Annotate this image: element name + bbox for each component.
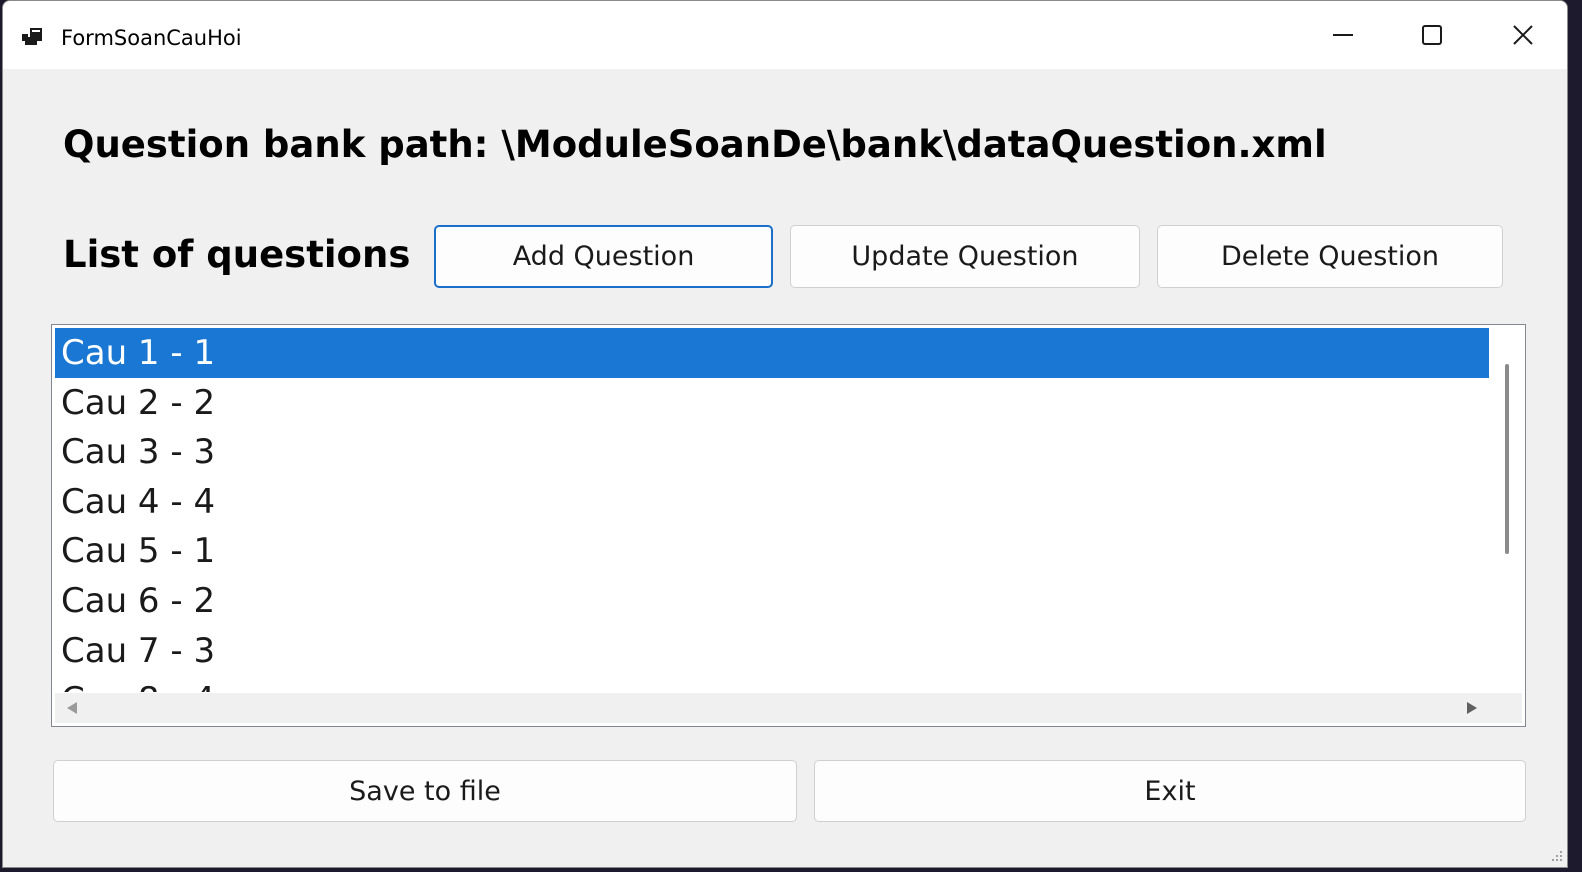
arrow-left-icon[interactable] (65, 701, 79, 715)
minimize-icon (1333, 34, 1353, 36)
vertical-scroll-thumb[interactable] (1505, 364, 1509, 554)
list-of-questions-label: List of questions (63, 233, 411, 276)
close-button[interactable] (1479, 1, 1567, 69)
maximize-button[interactable] (1388, 1, 1476, 69)
maximize-icon (1422, 25, 1442, 45)
delete-question-button[interactable]: Delete Question (1157, 225, 1503, 288)
title-bar[interactable]: FormSoanCauHoi (3, 1, 1567, 69)
list-item[interactable]: Cau 5 - 1 (55, 526, 1489, 576)
list-item[interactable]: Cau 6 - 2 (55, 576, 1489, 626)
save-to-file-button[interactable]: Save to file (53, 760, 797, 822)
update-question-button[interactable]: Update Question (790, 225, 1140, 288)
app-window-icon (22, 28, 42, 45)
questions-listbox[interactable]: Cau 1 - 1 Cau 2 - 2 Cau 3 - 3 Cau 4 - 4 Cau … (51, 324, 1526, 727)
main-window: FormSoanCauHoi Question bank path: \Modu… (2, 0, 1568, 868)
questions-list: Cau 1 - 1 Cau 2 - 2 Cau 3 - 3 Cau 4 - 4 Cau … (55, 328, 1489, 692)
arrow-right-icon[interactable] (1465, 701, 1479, 715)
list-item[interactable]: Cau 7 - 3 (55, 626, 1489, 676)
list-item[interactable]: Cau 3 - 3 (55, 427, 1489, 477)
vertical-scrollbar[interactable] (1492, 328, 1522, 692)
resize-grip-icon[interactable] (1547, 846, 1565, 864)
add-question-button[interactable]: Add Question (434, 225, 773, 288)
list-item[interactable]: Cau 1 - 1 (55, 328, 1489, 378)
list-item[interactable]: Cau 2 - 2 (55, 378, 1489, 428)
exit-button[interactable]: Exit (814, 760, 1526, 822)
list-item[interactable]: Cau 4 - 4 (55, 477, 1489, 527)
window-title: FormSoanCauHoi (61, 26, 242, 50)
list-item[interactable]: Cau 8 - 4 (55, 675, 1489, 692)
minimize-button[interactable] (1299, 1, 1387, 69)
horizontal-scrollbar[interactable] (55, 693, 1492, 723)
close-icon (1513, 25, 1533, 45)
question-bank-path-label: Question bank path: \ModuleSoanDe\bank\d… (63, 123, 1327, 166)
scrollbar-corner (1492, 693, 1522, 723)
